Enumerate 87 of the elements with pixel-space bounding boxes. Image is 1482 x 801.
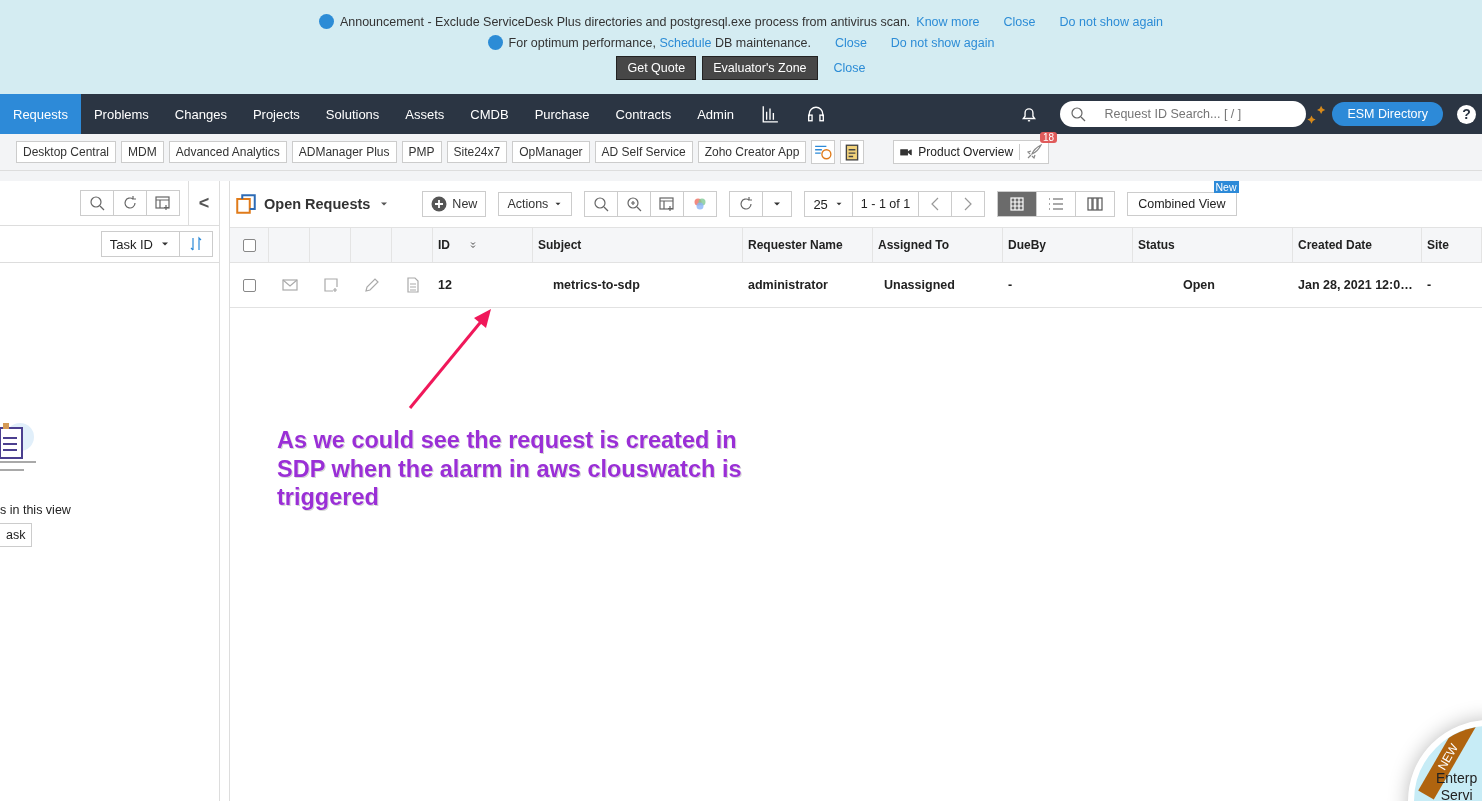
view-selector[interactable]: Open Requests xyxy=(236,194,391,214)
product-overview-button[interactable]: Product Overview xyxy=(893,140,1050,164)
column-header[interactable]: ID xyxy=(433,228,533,262)
nav-tab[interactable]: Purchase xyxy=(521,94,603,134)
search-icon xyxy=(89,195,105,211)
trial-button[interactable]: Evaluator's Zone xyxy=(702,56,818,80)
count-badge: 18 xyxy=(1039,132,1058,143)
view-mode-button[interactable] xyxy=(998,192,1038,216)
envelope-icon xyxy=(281,277,298,293)
search-icon xyxy=(593,196,610,212)
column-header[interactable]: Site xyxy=(1422,228,1482,262)
table-cell-text: - xyxy=(1426,277,1433,294)
row-checkbox[interactable] xyxy=(243,278,256,292)
column-header[interactable]: Assigned To xyxy=(873,228,1003,262)
empty-state-text: s in this view xyxy=(0,503,71,517)
announcement-text: Announcement - Exclude ServiceDesk Plus directories and postgresql.exe process from antivirus scan. xyxy=(339,14,911,29)
pencil-icon xyxy=(363,277,380,293)
column-header[interactable]: Status xyxy=(1133,228,1293,262)
integration-button[interactable]: AD Self Service xyxy=(594,141,693,163)
plus-circle-icon xyxy=(431,196,448,212)
integration-button[interactable]: MDM xyxy=(121,141,164,163)
bar-chart-icon xyxy=(761,105,780,123)
combined-view-button[interactable]: Combined View xyxy=(1127,192,1237,216)
video-icon xyxy=(900,146,913,158)
refresh-icon xyxy=(122,195,138,211)
integration-button[interactable]: Desktop Central xyxy=(16,141,117,163)
grid-icon xyxy=(1009,196,1026,212)
integration-button[interactable]: OpManager xyxy=(512,141,590,163)
nav-tab[interactable]: Changes xyxy=(161,94,240,134)
actions-dropdown[interactable]: Actions xyxy=(498,192,573,216)
performance-text: For optimum performance, Schedule DB maintenance. xyxy=(508,35,811,50)
info-icon xyxy=(487,35,503,50)
list-icon xyxy=(1048,196,1065,212)
esm-directory-button[interactable]: ESM Directory xyxy=(1332,102,1443,126)
annotation-text: As we could see the request is created in SDP when the alarm in aws clouswatch is triggered xyxy=(277,426,743,512)
help-button[interactable]: ? xyxy=(1457,104,1476,124)
select-all-checkbox[interactable] xyxy=(242,238,256,252)
table-cell-text: 12 xyxy=(437,277,453,294)
sort-down-icon xyxy=(468,240,478,250)
table-cell-text: - xyxy=(1007,277,1014,294)
calendar-clock-icon xyxy=(814,143,833,161)
zoom-in-icon xyxy=(626,196,643,212)
table-cell-text: administrator xyxy=(747,277,829,294)
nav-tab[interactable]: Admin xyxy=(684,94,748,134)
sort-field-dropdown[interactable]: Task ID xyxy=(101,232,180,256)
headset-icon xyxy=(807,105,826,123)
notes-button[interactable] xyxy=(840,140,865,164)
requests-icon xyxy=(236,194,256,214)
nav-tab[interactable]: Requests xyxy=(0,94,81,134)
table-cell-text: Open xyxy=(1182,277,1216,294)
integration-button[interactable]: PMP xyxy=(401,141,442,163)
search-icon xyxy=(1070,106,1087,122)
integration-button[interactable]: ADManager Plus xyxy=(291,141,397,163)
integration-button[interactable]: Advanced Analytics xyxy=(168,141,287,163)
integration-button[interactable]: Zoho Creator App xyxy=(697,141,807,163)
page-size-dropdown[interactable]: 25 xyxy=(805,192,853,216)
columns-icon xyxy=(1087,196,1104,212)
nav-tab[interactable]: Problems xyxy=(80,94,162,134)
table-cell-text: Unassigned xyxy=(883,277,956,294)
new-badge: New xyxy=(1213,181,1239,193)
nav-tab[interactable]: Assets xyxy=(392,94,458,134)
rocket-icon xyxy=(1026,144,1043,160)
column-header[interactable]: DueBy xyxy=(1003,228,1133,262)
new-button[interactable]: New xyxy=(422,191,487,217)
document-icon xyxy=(404,277,421,293)
sort-icon xyxy=(188,236,204,252)
table-add-icon xyxy=(659,196,676,212)
note-add-icon xyxy=(322,277,339,293)
integration-button[interactable]: Site24x7 xyxy=(446,141,508,163)
nav-tab[interactable]: Projects xyxy=(239,94,313,134)
nav-tab[interactable]: Contracts xyxy=(602,94,685,134)
column-header[interactable]: Subject xyxy=(533,228,743,262)
trial-button[interactable]: Get Quote xyxy=(616,56,697,80)
table-cell-text: Jan 28, 2021 12:0… xyxy=(1297,277,1414,294)
collapse-button[interactable]: < xyxy=(188,181,219,225)
search-field[interactable]: Request ID Search... [ / ] xyxy=(1060,101,1307,127)
table-add-icon xyxy=(155,195,171,211)
reminder-button[interactable] xyxy=(811,140,836,164)
add-task-button[interactable]: ask xyxy=(0,523,33,547)
column-header[interactable]: Requester Name xyxy=(743,228,873,262)
refresh-icon xyxy=(738,196,755,212)
page-range: 1 - 1 of 1 xyxy=(852,192,920,216)
column-header[interactable]: Created Date xyxy=(1293,228,1422,262)
nav-tab[interactable]: CMDB xyxy=(457,94,522,134)
info-icon xyxy=(318,14,334,29)
nav-tab[interactable]: Solutions xyxy=(312,94,393,134)
table-cell-text: metrics-to-sdp xyxy=(552,277,641,294)
